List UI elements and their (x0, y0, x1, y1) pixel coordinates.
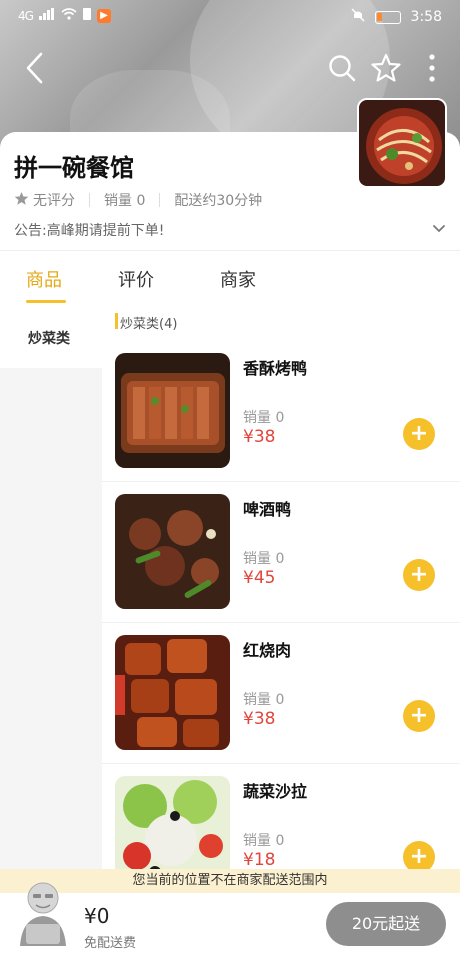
checkout-button[interactable]: 20元起送 (326, 902, 446, 946)
product-sales: 销量 0 (243, 833, 285, 849)
product-item[interactable]: 红烧肉 销量 0 ¥38 + (102, 623, 460, 764)
product-sales: 销量 0 (243, 551, 285, 567)
tab-products[interactable]: 商品 (26, 266, 62, 292)
category-sidebar (0, 304, 102, 869)
tab-merchant[interactable]: 商家 (220, 266, 256, 292)
more-icon[interactable] (412, 48, 452, 88)
network-label: 4G (18, 9, 34, 23)
product-price: ¥38 (243, 709, 276, 729)
shop-name: 拼一碗餐馆 (14, 154, 134, 182)
tab-reviews[interactable]: 评价 (118, 266, 154, 292)
category-heading: 炒菜类(4) (120, 317, 178, 332)
sim-icon (82, 8, 91, 24)
battery-icon (374, 10, 401, 24)
delivery-fee: 免配送费 (84, 936, 137, 951)
product-name: 蔬菜沙拉 (243, 782, 308, 801)
divider (0, 250, 460, 251)
product-sales: 销量 0 (243, 692, 285, 708)
top-bar (0, 44, 460, 94)
mute-icon (351, 8, 365, 26)
product-sales: 销量 0 (243, 410, 285, 426)
product-name: 香酥烤鸭 (243, 359, 308, 378)
search-icon[interactable] (322, 48, 362, 88)
cart-icon[interactable] (14, 876, 72, 948)
active-tab-indicator (26, 300, 66, 303)
add-to-cart-button[interactable]: + (403, 700, 435, 732)
category-heading-marker (115, 313, 118, 329)
shop-sales: 销量 0 (104, 193, 146, 209)
clock: 3:58 (410, 9, 442, 25)
delivery-time: 配送约30分钟 (174, 193, 263, 209)
product-image (115, 353, 230, 468)
cart-total: ¥0 (84, 904, 110, 928)
back-icon[interactable] (14, 48, 54, 88)
add-to-cart-button[interactable]: + (403, 559, 435, 591)
product-image (115, 494, 230, 609)
shop-notice[interactable]: 公告:高峰期请提前下单! (14, 220, 164, 240)
favorite-star-icon[interactable] (366, 48, 406, 88)
rating-star-icon (14, 191, 29, 210)
chevron-down-icon[interactable] (432, 220, 446, 239)
status-bar: 4G ▶ 3:58 (0, 0, 460, 34)
product-item[interactable]: 啤酒鸭 销量 0 ¥45 + (102, 482, 460, 623)
shop-meta: 无评分 销量 0 配送约30分钟 (14, 190, 262, 210)
product-price: ¥18 (243, 850, 276, 870)
rating-text: 无评分 (33, 193, 75, 209)
add-to-cart-button[interactable]: + (403, 418, 435, 450)
wifi-icon (61, 8, 77, 24)
category-item-label[interactable]: 炒菜类 (28, 328, 70, 348)
product-item[interactable]: 香酥烤鸭 销量 0 ¥38 + (102, 341, 460, 482)
product-name: 红烧肉 (243, 641, 292, 660)
shop-logo-image (357, 98, 447, 188)
product-price: ¥38 (243, 427, 276, 447)
tab-bar: 商品 评价 商家 (0, 258, 460, 304)
product-name: 啤酒鸭 (243, 500, 292, 519)
signal-icon (38, 8, 55, 24)
app-notification-icon: ▶ (96, 9, 111, 23)
product-image (115, 635, 230, 750)
product-price: ¥45 (243, 568, 276, 588)
